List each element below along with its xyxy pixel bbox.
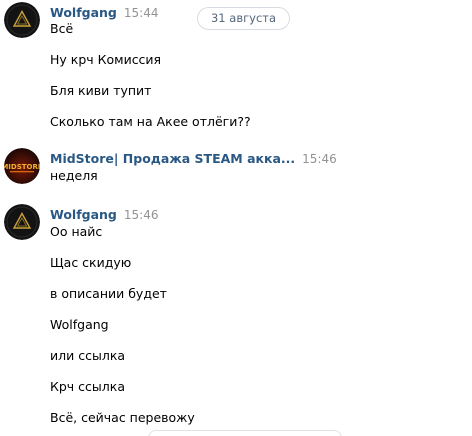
message-text: в описании будет bbox=[50, 286, 167, 301]
message-header: Wolfgang 15:46 bbox=[50, 207, 158, 223]
dark-logo-avatar-icon bbox=[4, 204, 40, 240]
chat-history: 31 августа Wolfgang 15:44 Всё Ну крч Коми… bbox=[0, 0, 472, 436]
message-time[interactable]: 15:44 bbox=[124, 6, 159, 20]
author-name[interactable]: Wolfgang bbox=[50, 5, 117, 20]
message-header: MidStore| Продажа STEAM акка... 15:46 bbox=[50, 151, 337, 167]
message-group: Wolfgang 15:44 Всё Ну крч Комиссия Бля ки… bbox=[0, 2, 472, 142]
message-time[interactable]: 15:46 bbox=[302, 152, 337, 166]
avatar[interactable] bbox=[4, 204, 40, 240]
message-input-edge[interactable] bbox=[148, 430, 342, 436]
message-text: Всё, сейчас перевожу bbox=[50, 410, 195, 425]
message-text: Всё bbox=[50, 21, 74, 36]
message-text: неделя bbox=[50, 168, 98, 183]
avatar[interactable] bbox=[4, 2, 40, 38]
message-header: Wolfgang 15:44 bbox=[50, 5, 158, 21]
author-name[interactable]: MidStore| Продажа STEAM акка... bbox=[50, 151, 295, 166]
message-text: Wolfgang bbox=[50, 317, 109, 332]
message-time[interactable]: 15:46 bbox=[124, 208, 159, 222]
avatar-logo-text: MIDSTORE bbox=[4, 163, 40, 171]
midstore-logo-avatar-icon: MIDSTORE bbox=[4, 148, 40, 184]
message-text: Бля киви тупит bbox=[50, 83, 152, 98]
message-group: MIDSTORE MidStore| Продажа STEAM акка...… bbox=[0, 148, 472, 188]
author-name[interactable]: Wolfgang bbox=[50, 207, 117, 222]
message-text: Сколько там на Акее отлёги?? bbox=[50, 114, 251, 129]
message-text: Ну крч Комиссия bbox=[50, 52, 162, 67]
dark-logo-avatar-icon bbox=[4, 2, 40, 38]
message-text: или ссылка bbox=[50, 348, 126, 363]
message-group: Wolfgang 15:46 Оо найс Щас скидую в описа… bbox=[0, 204, 472, 434]
message-text: Оо найс bbox=[50, 224, 103, 239]
message-text: Щас скидую bbox=[50, 255, 132, 270]
message-text: Крч ссылка bbox=[50, 379, 125, 394]
avatar[interactable]: MIDSTORE bbox=[4, 148, 40, 184]
